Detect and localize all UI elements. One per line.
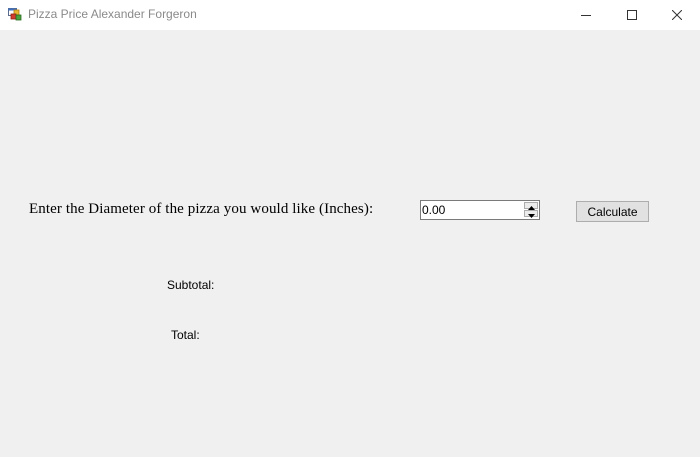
total-label: Total: xyxy=(171,328,200,342)
close-button[interactable] xyxy=(654,0,700,30)
window-title: Pizza Price Alexander Forgeron xyxy=(28,7,197,21)
minimize-icon xyxy=(581,10,591,20)
spin-down-button[interactable] xyxy=(524,210,538,218)
app-form-icon xyxy=(8,8,22,21)
title-bar[interactable]: Pizza Price Alexander Forgeron xyxy=(0,0,700,30)
maximize-icon xyxy=(627,10,637,20)
maximize-button[interactable] xyxy=(609,0,655,30)
diameter-spinner[interactable] xyxy=(524,202,538,218)
calculate-button[interactable]: Calculate xyxy=(576,201,649,222)
diameter-numeric-updown[interactable] xyxy=(420,200,540,220)
diameter-prompt-label: Enter the Diameter of the pizza you woul… xyxy=(29,201,374,217)
minimize-button[interactable] xyxy=(563,0,609,30)
subtotal-label: Subtotal: xyxy=(167,278,215,292)
close-icon xyxy=(672,10,682,20)
diameter-input[interactable] xyxy=(421,201,522,219)
form-client-area: Enter the Diameter of the pizza you woul… xyxy=(0,30,700,457)
arrow-down-icon xyxy=(527,205,535,223)
